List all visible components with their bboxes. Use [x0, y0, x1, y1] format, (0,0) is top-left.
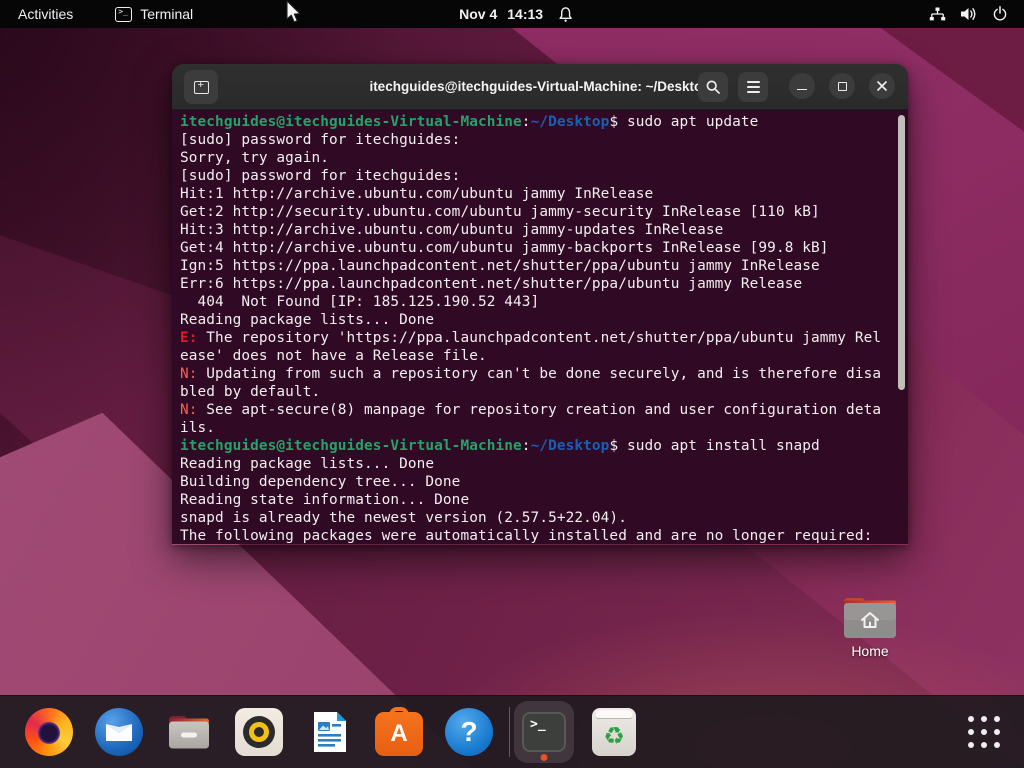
firefox-icon	[25, 708, 73, 756]
dock-item-libreoffice-writer[interactable]	[305, 708, 353, 756]
terminal-app-icon	[115, 7, 132, 22]
scrollbar-thumb[interactable]	[898, 115, 905, 390]
clock-date: Nov 4	[459, 6, 497, 22]
libreoffice-writer-icon	[305, 708, 353, 756]
terminal-output: itechguides@itechguides-Virtual-Machine:…	[180, 113, 900, 544]
files-icon	[165, 708, 213, 756]
hamburger-icon	[747, 81, 760, 83]
dock-item-help[interactable]: ?	[445, 708, 493, 756]
app-menu-button[interactable]: Terminal	[105, 0, 203, 28]
close-icon	[876, 80, 888, 92]
dock-item-thunderbird[interactable]	[95, 708, 143, 756]
dock-separator	[509, 707, 510, 757]
activities-button[interactable]: Activities	[0, 0, 91, 28]
maximize-icon	[838, 82, 847, 91]
clock-time: 14:13	[507, 6, 543, 22]
app-menu-label: Terminal	[140, 6, 193, 22]
home-folder-shortcut[interactable]: Home	[838, 594, 902, 659]
new-tab-button[interactable]	[184, 70, 218, 104]
terminal-icon: >_	[522, 712, 566, 752]
home-folder-icon	[841, 594, 899, 640]
dock-item-ubuntu-software[interactable]: A	[375, 708, 423, 756]
window-titlebar[interactable]: itechguides@itechguides-Virtual-Machine:…	[172, 64, 908, 110]
screen: Activities Terminal Nov 4 14:13	[0, 0, 1024, 768]
help-icon: ?	[445, 708, 493, 756]
show-applications-button[interactable]	[968, 716, 1000, 748]
trash-icon: ♻	[592, 708, 636, 756]
home-folder-label: Home	[838, 643, 902, 659]
dock-item-rhythmbox[interactable]	[235, 708, 283, 756]
app-grid-icon	[968, 716, 974, 722]
running-indicator-dot	[541, 754, 548, 761]
terminal-window: itechguides@itechguides-Virtual-Machine:…	[172, 64, 908, 545]
dock-item-files[interactable]	[165, 708, 213, 756]
volume-icon	[960, 6, 978, 22]
thunderbird-icon	[95, 708, 143, 756]
clock-button[interactable]: Nov 4 14:13	[459, 0, 574, 28]
search-icon	[705, 79, 721, 95]
rhythmbox-icon	[235, 708, 283, 756]
notification-bell-icon	[557, 6, 574, 23]
dock-item-terminal[interactable]: >_	[514, 701, 574, 763]
maximize-button[interactable]	[829, 73, 855, 99]
minimize-button[interactable]	[789, 73, 815, 99]
terminal-body[interactable]: itechguides@itechguides-Virtual-Machine:…	[172, 110, 908, 544]
ubuntu-software-icon: A	[375, 712, 423, 756]
top-bar: Activities Terminal Nov 4 14:13	[0, 0, 1024, 28]
minimize-icon	[797, 89, 807, 91]
dock: A ? >_ ♻	[0, 695, 1024, 768]
dock-item-trash[interactable]: ♻	[590, 708, 638, 756]
close-button[interactable]	[869, 73, 895, 99]
power-icon	[992, 6, 1008, 22]
menu-button[interactable]	[738, 72, 768, 102]
new-tab-icon	[194, 81, 209, 94]
system-menu-button[interactable]	[923, 0, 1014, 28]
network-icon	[929, 7, 946, 22]
dock-item-firefox[interactable]	[25, 708, 73, 756]
search-button[interactable]	[698, 72, 728, 102]
activities-label: Activities	[18, 6, 73, 22]
